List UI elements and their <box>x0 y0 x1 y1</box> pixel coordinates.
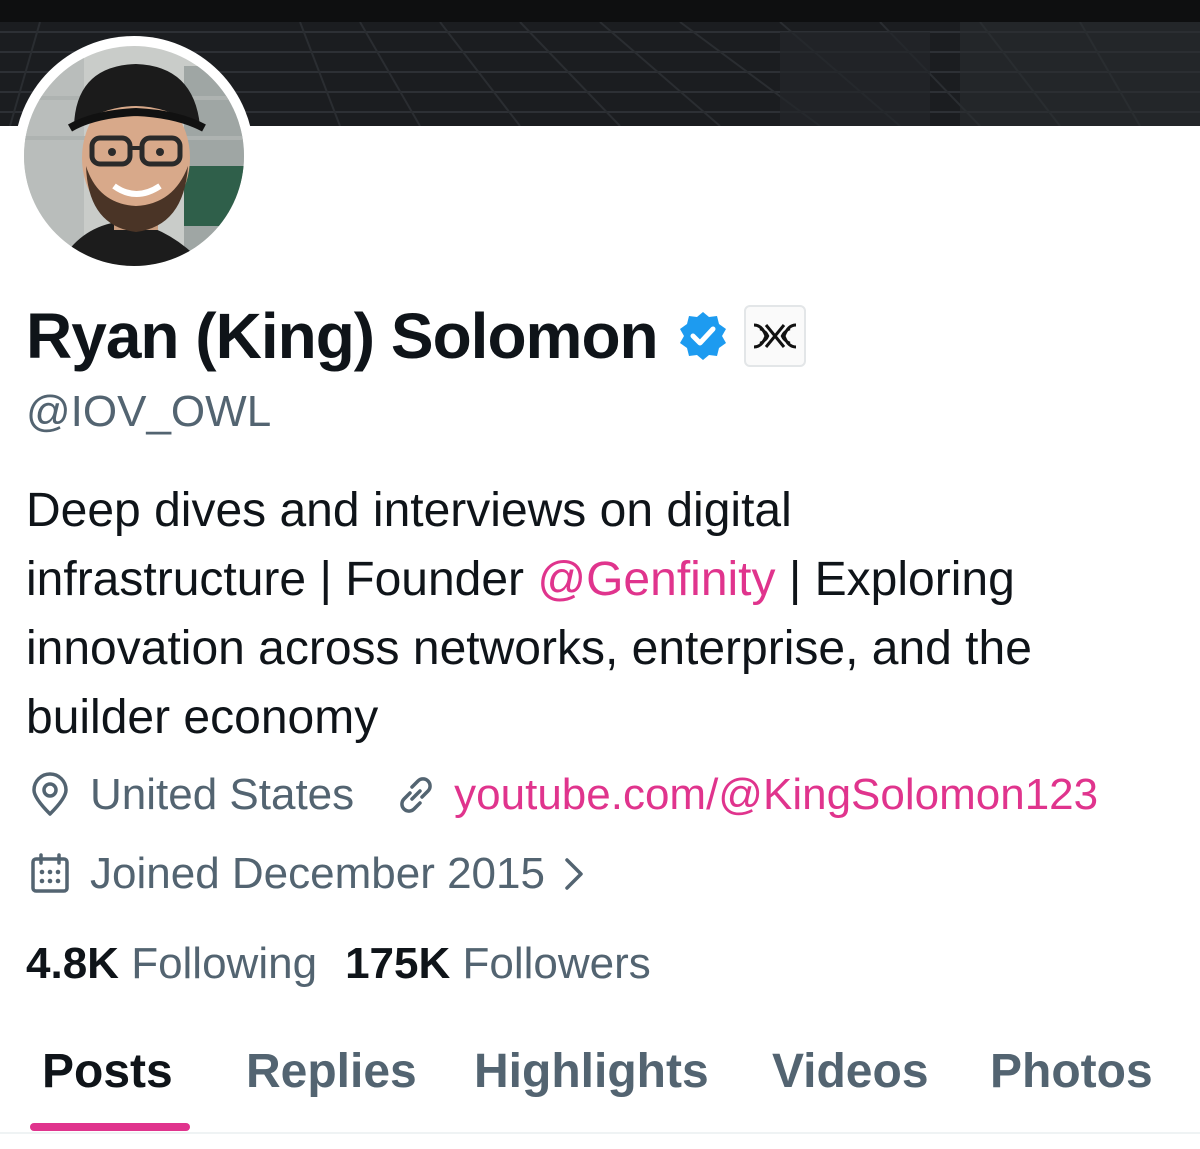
tab-videos[interactable]: Videos <box>772 1040 929 1104</box>
bio-line-4: builder economy <box>26 691 379 744</box>
bio-text: | Exploring <box>775 553 1015 606</box>
badges <box>676 305 806 367</box>
active-tab-indicator <box>30 1123 190 1131</box>
followers-count: 175K <box>345 939 451 988</box>
display-name: Ryan (King) Solomon <box>26 300 659 372</box>
location-pin-icon <box>32 772 68 816</box>
following-label: Following <box>131 939 318 988</box>
affiliate-badge[interactable] <box>743 305 806 367</box>
location-text: United States <box>90 770 355 819</box>
calendar-icon <box>31 853 69 893</box>
link-icon <box>400 777 432 813</box>
handle: @IOV_OWL <box>26 387 272 436</box>
following-stat[interactable]: 4.8K Following <box>26 934 317 994</box>
joined-row[interactable]: Joined December 2015 <box>26 846 589 902</box>
tab-photos[interactable]: Photos <box>990 1040 1153 1104</box>
tab-replies[interactable]: Replies <box>246 1040 417 1104</box>
website-link[interactable]: youtube.com/@KingSolomon123 <box>454 767 1098 823</box>
followers-stat[interactable]: 175K Followers <box>345 934 651 994</box>
bio-line-2: infrastructure | Founder @Genfinity | Ex… <box>26 545 1176 614</box>
affiliate-logo-icon <box>753 323 796 349</box>
follow-stats: 4.8K Following 175K Followers <box>26 934 651 994</box>
chevron-right-icon <box>565 858 583 890</box>
following-count: 4.8K <box>26 939 119 988</box>
tab-posts[interactable]: Posts <box>42 1040 173 1104</box>
mention-link[interactable]: @Genfinity <box>537 553 775 606</box>
profile-meta-row: United States youtube.com/@KingSolomon12… <box>26 767 1098 823</box>
location: United States <box>26 767 354 823</box>
bio-line-3: innovation across networks, enterprise, … <box>26 622 1032 675</box>
bio: Deep dives and interviews on digital inf… <box>26 476 1176 752</box>
name-row: Ryan (King) Solomon <box>26 296 806 376</box>
joined-date: Joined December 2015 <box>90 849 545 898</box>
website[interactable]: youtube.com/@KingSolomon123 <box>392 767 1098 823</box>
verified-badge-icon[interactable] <box>676 309 730 363</box>
followers-label: Followers <box>462 939 651 988</box>
avatar[interactable] <box>14 36 254 276</box>
avatar-image <box>24 46 244 266</box>
bio-text: infrastructure | Founder <box>26 553 538 606</box>
tab-highlights[interactable]: Highlights <box>474 1040 709 1104</box>
bio-line-1: Deep dives and interviews on digital <box>26 484 792 537</box>
profile-tabs: Posts Replies Highlights Videos Photos <box>0 1030 1200 1134</box>
banner-top-edge <box>0 0 1200 22</box>
